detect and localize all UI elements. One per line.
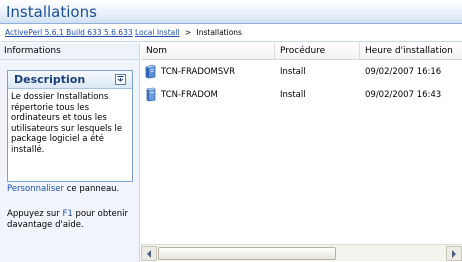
description-panel: Description Le dossier Installations rép… (7, 70, 133, 182)
row-install-time: 09/02/2007 16:43 (365, 90, 442, 100)
arrow-left-icon (147, 250, 151, 258)
column-header-procedure[interactable]: Procédure (275, 43, 360, 60)
window-title: Installations (6, 3, 97, 21)
help-key-link[interactable]: F1 (62, 209, 72, 219)
arrow-right-icon (452, 250, 456, 258)
breadcrumb-link-activeperl[interactable]: ActivePerl 5.6.1 Build 633 5.6.633 (5, 28, 133, 37)
server-icon (143, 64, 157, 79)
info-sidebar: Informations Description Le dossier Inst… (0, 43, 140, 262)
help-text-before: Appuyez sur (7, 209, 63, 219)
description-text: Le dossier Installations répertorie tous… (11, 92, 123, 155)
row-procedure: Install (280, 90, 306, 100)
table-row[interactable]: TCN-FRADOMSVR Install 09/02/2007 16:16 (141, 64, 462, 80)
horizontal-scrollbar[interactable] (141, 244, 462, 261)
breadcrumb-link-local-install[interactable]: Local Install (135, 28, 179, 37)
title-bar: Installations (0, 0, 462, 24)
customize-link[interactable]: Personnaliser (7, 184, 64, 194)
sidebar-header: Informations (0, 43, 139, 60)
collapse-icon[interactable] (115, 74, 126, 85)
customize-line: Personnaliser ce panneau. (7, 184, 137, 195)
table-row[interactable]: TCN-FRADOM Install 09/02/2007 16:43 (141, 87, 462, 103)
scroll-left-button[interactable] (141, 246, 157, 261)
column-header-name[interactable]: Nom (141, 43, 275, 60)
description-title: Description (14, 73, 86, 86)
row-name: TCN-FRADOM (161, 90, 218, 100)
breadcrumb-separator: > (184, 28, 192, 37)
breadcrumb: ActivePerl 5.6.1 Build 633 5.6.633 Local… (0, 25, 462, 42)
help-line: Appuyez sur F1 pour obtenir davantage d'… (7, 209, 137, 231)
column-header-install-time[interactable]: Heure d'installation (360, 43, 462, 60)
row-procedure: Install (280, 67, 306, 77)
row-name: TCN-FRADOMSVR (161, 67, 236, 77)
customize-text: ce panneau. (64, 184, 120, 194)
computer-icon (143, 87, 157, 102)
installations-list: Nom Procédure Heure d'installation TCN-F… (141, 43, 462, 262)
row-install-time: 09/02/2007 16:16 (365, 67, 442, 77)
description-panel-header[interactable]: Description (8, 71, 132, 89)
column-header-bar: Nom Procédure Heure d'installation (141, 43, 462, 60)
scroll-thumb[interactable] (158, 247, 336, 260)
scroll-right-button[interactable] (446, 246, 462, 261)
breadcrumb-current: Installations (196, 28, 242, 37)
